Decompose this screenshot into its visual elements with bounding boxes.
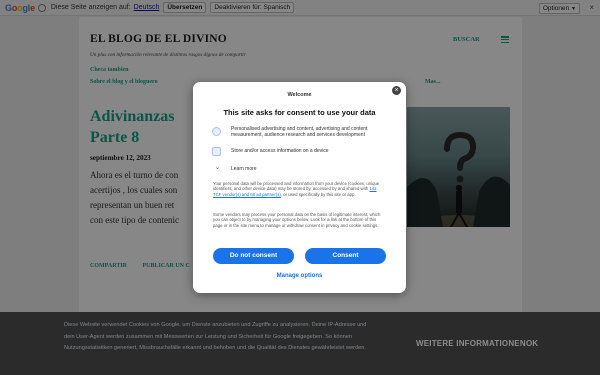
- learn-more-label: Learn more: [231, 166, 257, 172]
- cookie-notice-text: Diese Website verwendet Cookies von Goog…: [64, 322, 367, 351]
- more-info-link[interactable]: WEITERE INFORMATIONEN: [416, 339, 526, 348]
- consent-dialog: × Welcome This site asks for consent to …: [193, 82, 406, 293]
- consent-paragraph-legitimate-interest: Some vendors may process your personal d…: [213, 212, 381, 228]
- consent-paragraph-vendors: Your personal data will be processed and…: [213, 181, 383, 197]
- paragraph-text: Your personal data will be processed and…: [213, 181, 380, 192]
- consent-button[interactable]: Consent: [305, 248, 386, 264]
- paragraph-text: , or used specifically by this site or a…: [280, 191, 356, 197]
- purpose-personalised-ads: Personalised advertising and content, ad…: [212, 126, 383, 139]
- dialog-welcome: Welcome: [287, 92, 312, 98]
- purpose-text: Personalised advertising and content, ad…: [231, 126, 368, 139]
- person-icon: [212, 127, 221, 136]
- cookie-ok-button[interactable]: OK: [526, 339, 538, 348]
- chevron-down-icon: ⌄: [215, 165, 221, 171]
- manage-options-link[interactable]: Manage options: [193, 273, 406, 279]
- purpose-text: Store and/or access information on a dev…: [231, 148, 329, 154]
- do-not-consent-button[interactable]: Do not consent: [213, 248, 294, 264]
- purpose-store-access: Store and/or access information on a dev…: [212, 147, 383, 156]
- device-icon: [212, 147, 221, 156]
- learn-more-toggle[interactable]: ⌄ Learn more: [213, 165, 383, 172]
- dialog-title: This site asks for consent to use your d…: [223, 108, 376, 117]
